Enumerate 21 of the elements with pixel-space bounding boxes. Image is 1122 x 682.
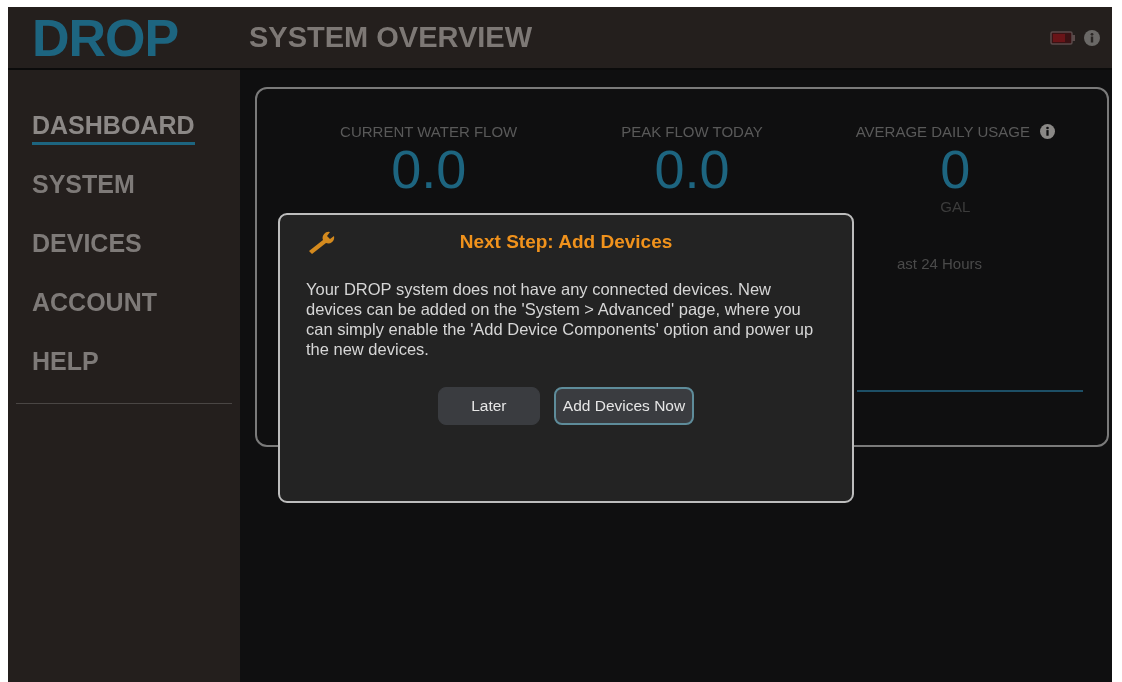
info-icon[interactable]	[1039, 124, 1055, 139]
add-devices-button[interactable]: Add Devices Now	[553, 387, 695, 425]
dialog-message: Your DROP system does not have any connected devices. New devices can be added on the 'System > Advanced' page, where you can simply enable the 'Add Device Components' option and power up the new devices.	[306, 279, 815, 359]
nav-item[interactable]: HELP	[32, 346, 99, 381]
later-button[interactable]: Later	[437, 387, 540, 425]
metric-value: 0.0	[391, 140, 467, 198]
metric-value: 0	[940, 140, 971, 198]
chart-caption: ast 24 Hours	[897, 255, 984, 272]
battery-icon	[1050, 30, 1076, 45]
nav-item[interactable]: ACCOUNT	[32, 287, 157, 322]
metric-label: AVERAGE DAILY USAGE	[855, 123, 1030, 140]
metric-value: 0.0	[654, 140, 730, 198]
nav-item[interactable]: SYSTEM	[32, 169, 135, 204]
nav-item[interactable]: DASHBOARD	[32, 110, 195, 145]
info-icon[interactable]	[1084, 29, 1100, 46]
dialog-title: Next Step: Add Devices	[458, 231, 674, 253]
nav-item[interactable]: DEVICES	[32, 228, 142, 263]
page-title: SYSTEM OVERVIEW	[248, 21, 534, 54]
metric-label: PEAK FLOW TODAY	[621, 123, 763, 140]
metric-label: CURRENT WATER FLOW	[340, 123, 518, 140]
logo: DROP	[31, 7, 180, 68]
